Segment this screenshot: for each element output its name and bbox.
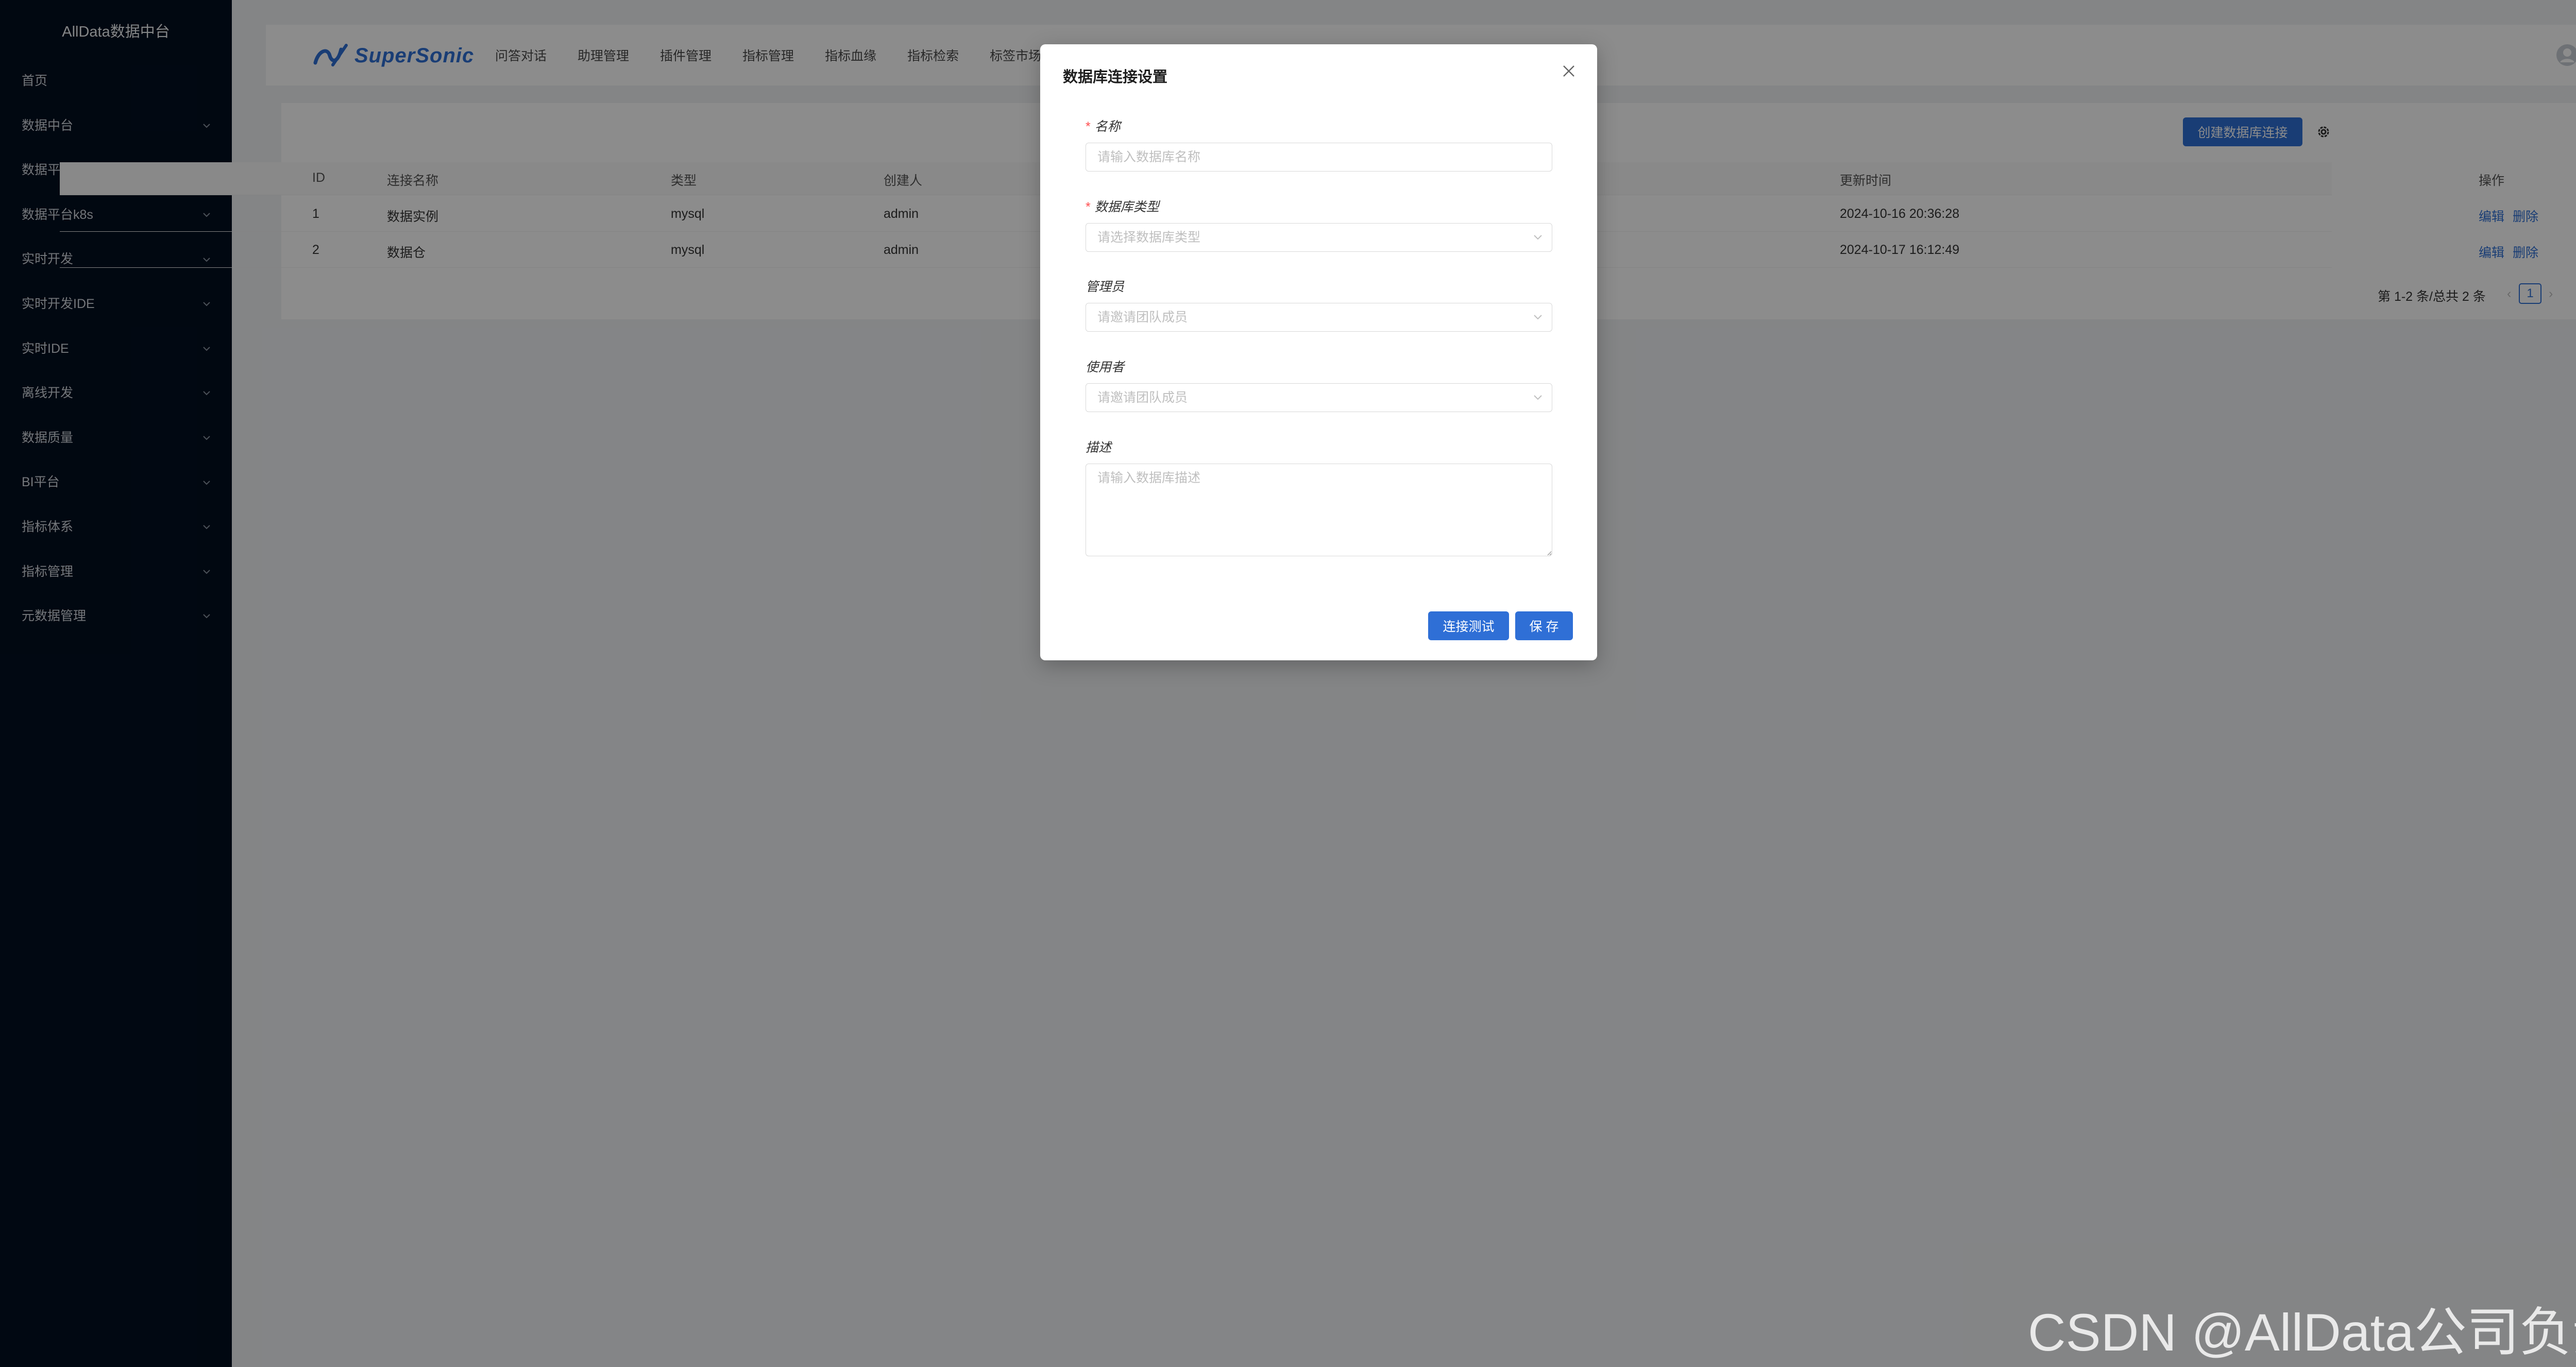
users-placeholder: 请邀请团队成员 bbox=[1097, 390, 1188, 405]
admins-select[interactable]: 请邀请团队成员 bbox=[1086, 303, 1552, 332]
db-type-select[interactable]: 请选择数据库类型 bbox=[1086, 223, 1552, 252]
chevron-down-icon bbox=[1533, 384, 1543, 412]
save-button[interactable]: 保 存 bbox=[1515, 611, 1573, 640]
watermark: CSDN @AllData公司负责人 bbox=[2028, 1303, 2576, 1362]
description-textarea[interactable] bbox=[1086, 464, 1552, 556]
users-select[interactable]: 请邀请团队成员 bbox=[1086, 383, 1552, 412]
connection-test-button[interactable]: 连接测试 bbox=[1428, 611, 1509, 640]
name-input[interactable] bbox=[1086, 143, 1552, 172]
users-label: 使用者 bbox=[1086, 360, 1125, 374]
required-mark: * bbox=[1086, 119, 1091, 134]
chevron-down-icon bbox=[1533, 224, 1543, 251]
admins-label: 管理员 bbox=[1086, 280, 1125, 294]
name-label-text: 名称 bbox=[1094, 119, 1121, 134]
modal-title: 数据库连接设置 bbox=[1063, 69, 1168, 86]
chevron-down-icon bbox=[1533, 303, 1543, 331]
description-label: 描述 bbox=[1086, 440, 1112, 455]
db-type-label: * 数据库类型 bbox=[1086, 197, 1159, 215]
name-label: * 名称 bbox=[1086, 116, 1121, 135]
database-connection-modal: 数据库连接设置 *名称 *数据库类型 请选择数据库类型 管理员 请邀请团队成员 … bbox=[1040, 44, 1597, 660]
close-icon[interactable] bbox=[1560, 62, 1578, 80]
admins-placeholder: 请邀请团队成员 bbox=[1097, 310, 1188, 324]
db-type-label-text: 数据库类型 bbox=[1094, 200, 1159, 214]
db-type-placeholder: 请选择数据库类型 bbox=[1097, 230, 1201, 245]
required-mark: * bbox=[1086, 200, 1091, 214]
